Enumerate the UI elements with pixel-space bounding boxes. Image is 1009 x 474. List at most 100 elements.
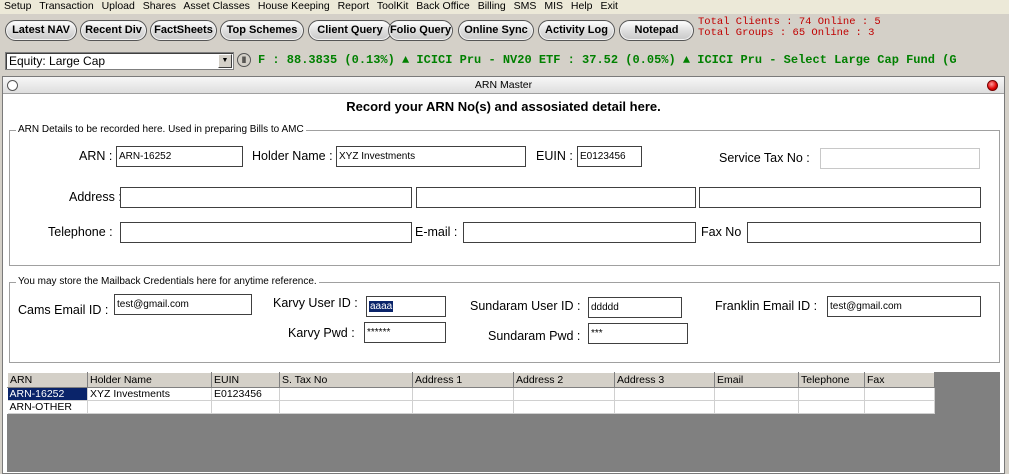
close-icon[interactable] [987,80,998,91]
column-header[interactable]: Address 3 [614,372,715,388]
latest-nav-button[interactable]: Latest NAV [5,20,77,41]
top-schemes-button[interactable]: Top Schemes [220,20,304,41]
sundaram-user-input[interactable]: ddddd [588,297,682,318]
cams-email-input[interactable]: test@gmail.com [114,294,252,315]
karvy-user-input[interactable]: aaaa [366,296,446,317]
menu-help[interactable]: Help [571,0,593,12]
fax-cell[interactable] [864,400,935,414]
folio-query-button[interactable]: Folio Query [388,20,453,41]
menu-mis[interactable]: MIS [544,0,563,12]
euin-label: EUIN : [536,149,573,163]
ticker-row: Equity: Large Cap ▼ ‖ F : 88.3835 (0.13%… [0,51,1009,70]
window-titlebar[interactable]: ARN Master [3,77,1004,94]
address-line-1-input[interactable] [120,187,412,208]
column-header[interactable]: Address 2 [513,372,615,388]
karvy-user-value: aaaa [369,301,394,312]
menu-back-office[interactable]: Back Office [416,0,470,12]
pause-ticker-icon[interactable]: ‖ [237,53,251,67]
column-header[interactable]: Address 1 [412,372,514,388]
stax-cell[interactable] [279,387,413,401]
arn-details-group: ARN Details to be recorded here. Used in… [9,124,1000,266]
column-header[interactable]: ARN [7,372,88,388]
online-sync-button[interactable]: Online Sync [458,20,534,41]
menu-sms[interactable]: SMS [514,0,537,12]
table-row[interactable]: ARN-OTHER [7,400,935,414]
groups-stat: Total Groups : 65 Online : 3 [698,27,875,39]
chevron-down-icon[interactable]: ▼ [218,54,232,68]
column-header[interactable]: Fax [864,372,935,388]
menu-setup[interactable]: Setup [4,0,31,12]
column-header[interactable]: Holder Name [87,372,212,388]
arn-cell[interactable]: ARN-16252 [7,387,88,401]
telephone-input[interactable] [120,222,412,243]
holder-name-label: Holder Name : [252,149,333,163]
column-header[interactable]: S. Tax No [279,372,413,388]
holder-name-cell[interactable] [87,400,212,414]
window-title: ARN Master [474,79,533,91]
address-line-3-input[interactable] [699,187,981,208]
address3-cell[interactable] [614,400,715,414]
recent-div-button[interactable]: Recent Div [80,20,147,41]
telephone-cell[interactable] [798,400,865,414]
address-line-2-input[interactable] [416,187,696,208]
email-cell[interactable] [714,400,799,414]
menu-transaction[interactable]: Transaction [39,0,93,12]
arn-input[interactable]: ARN-16252 [116,146,243,167]
arn-cell[interactable]: ARN-OTHER [7,400,88,414]
activity-log-button[interactable]: Activity Log [538,20,615,41]
menu-upload[interactable]: Upload [102,0,135,12]
service-tax-label: Service Tax No : [719,151,810,165]
address1-cell[interactable] [412,387,514,401]
karvy-pwd-input[interactable]: ****** [364,322,446,343]
arn-details-group-label: ARN Details to be recorded here. Used in… [16,124,306,136]
mailback-credentials-group: You may store the Mailback Credentials h… [9,276,1000,363]
franklin-email-input[interactable]: test@gmail.com [827,296,981,317]
factsheets-button[interactable]: FactSheets [150,20,217,41]
client-query-button[interactable]: Client Query [308,20,392,41]
arn-label: ARN : [79,149,113,163]
online-stats: Total Clients : 74 Online : 5 Total Group… [698,17,881,39]
table-row[interactable]: ARN-16252 XYZ Investments E0123456 [7,387,935,401]
fax-input[interactable] [747,222,981,243]
address1-cell[interactable] [412,400,514,414]
menu-shares[interactable]: Shares [143,0,176,12]
column-header[interactable]: Telephone [798,372,865,388]
address-label: Address : [69,190,122,204]
arn-list-grid[interactable]: ARN Holder Name EUIN S. Tax No Address 1… [7,372,1000,472]
euin-input[interactable]: E0123456 [577,146,642,167]
nav-ticker: F : 88.3835 (0.13%) ▲ ICICI Pru - NV20 E… [258,53,957,67]
holder-name-input[interactable]: XYZ Investments [336,146,526,167]
franklin-email-label: Franklin Email ID : [715,299,818,313]
menu-asset-classes[interactable]: Asset Classes [183,0,250,12]
telephone-label: Telephone : [48,225,113,239]
address2-cell[interactable] [513,400,615,414]
fax-cell[interactable] [864,387,935,401]
address3-cell[interactable] [614,387,715,401]
euin-cell[interactable] [211,400,280,414]
column-header[interactable]: Email [714,372,799,388]
email-label: E-mail : [415,225,458,239]
address2-cell[interactable] [513,387,615,401]
category-dropdown[interactable]: Equity: Large Cap ▼ [5,52,234,70]
holder-name-cell[interactable]: XYZ Investments [87,387,212,401]
category-value: Equity: Large Cap [9,54,106,68]
column-header[interactable]: EUIN [211,372,280,388]
karvy-pwd-label: Karvy Pwd : [288,326,355,340]
service-tax-input[interactable] [820,148,980,169]
email-cell[interactable] [714,387,799,401]
page-heading: Record your ARN No(s) and assosiated det… [346,99,661,114]
mailback-group-label: You may store the Mailback Credentials h… [16,276,319,288]
table-header-row: ARN Holder Name EUIN S. Tax No Address 1… [7,372,935,388]
notepad-button[interactable]: Notepad [619,20,694,41]
euin-cell[interactable]: E0123456 [211,387,280,401]
sundaram-pwd-input[interactable]: *** [588,323,688,344]
menu-toolkit[interactable]: ToolKit [377,0,409,12]
email-input[interactable] [463,222,696,243]
menu-billing[interactable]: Billing [478,0,506,12]
fax-label: Fax No [701,225,742,239]
telephone-cell[interactable] [798,387,865,401]
menu-house-keeping[interactable]: House Keeping [258,0,330,12]
menu-report[interactable]: Report [338,0,370,12]
menu-exit[interactable]: Exit [600,0,618,12]
stax-cell[interactable] [279,400,413,414]
